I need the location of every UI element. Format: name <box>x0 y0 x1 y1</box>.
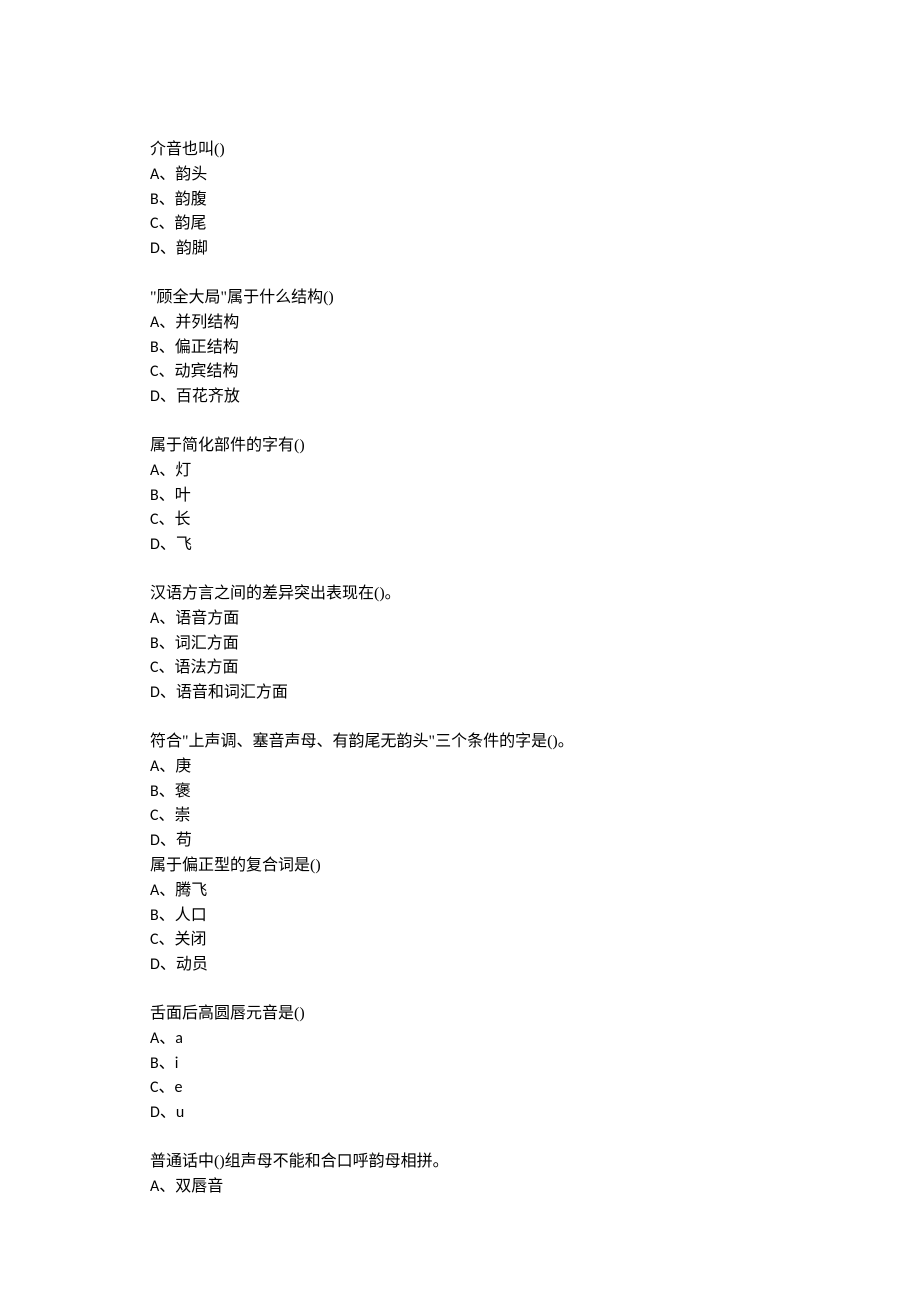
option-label: A、语音方面 <box>150 609 239 628</box>
option-label: B、词汇方面 <box>150 634 239 653</box>
option-b: B、词汇方面 <box>150 632 770 657</box>
option-label: D、苟 <box>150 831 192 850</box>
option-label: C、崇 <box>150 806 191 825</box>
option-label: B、褒 <box>150 782 191 801</box>
question-text: 属于简化部件的字有() <box>150 434 770 459</box>
question-text: 普通话中()组声母不能和合口呼韵母相拼。 <box>150 1150 770 1175</box>
option-label: C、韵尾 <box>150 214 207 233</box>
option-a: A、a <box>150 1027 770 1052</box>
option-a: A、双唇音 <box>150 1175 770 1200</box>
option-label: B、叶 <box>150 486 191 505</box>
option-d: D、百花齐放 <box>150 385 770 410</box>
option-label: A、并列结构 <box>150 313 239 332</box>
option-label: C、语法方面 <box>150 658 239 677</box>
question-text: 符合"上声调、塞音声母、有韵尾无韵头"三个条件的字是()。 <box>150 730 770 755</box>
option-label: C、e <box>150 1078 183 1097</box>
question-block-1: 介音也叫() A、韵头 B、韵腹 C、韵尾 D、韵脚 <box>150 138 770 262</box>
option-label: B、i <box>150 1054 178 1073</box>
option-a: A、腾飞 <box>150 879 770 904</box>
document-page: 介音也叫() A、韵头 B、韵腹 C、韵尾 D、韵脚 "顾全大局"属于什么结构(… <box>0 0 920 1302</box>
option-label: B、偏正结构 <box>150 338 239 357</box>
option-a: A、庚 <box>150 755 770 780</box>
option-label: B、人口 <box>150 906 207 925</box>
option-label: A、韵头 <box>150 165 207 184</box>
option-label: A、腾飞 <box>150 881 207 900</box>
option-a: A、并列结构 <box>150 311 770 336</box>
question-block-5: 符合"上声调、塞音声母、有韵尾无韵头"三个条件的字是()。 A、庚 B、褒 C、… <box>150 730 770 854</box>
option-c: C、崇 <box>150 804 770 829</box>
option-label: C、动宾结构 <box>150 362 239 381</box>
option-c: C、长 <box>150 508 770 533</box>
option-b: B、褒 <box>150 780 770 805</box>
option-b: B、人口 <box>150 904 770 929</box>
option-d: D、语音和词汇方面 <box>150 681 770 706</box>
option-d: D、动员 <box>150 953 770 978</box>
option-label: A、庚 <box>150 757 191 776</box>
option-b: B、叶 <box>150 484 770 509</box>
option-a: A、语音方面 <box>150 607 770 632</box>
option-c: C、韵尾 <box>150 212 770 237</box>
option-label: A、双唇音 <box>150 1177 223 1196</box>
question-block-6: 属于偏正型的复合词是() A、腾飞 B、人口 C、关闭 D、动员 <box>150 854 770 978</box>
option-c: C、关闭 <box>150 928 770 953</box>
question-text: "顾全大局"属于什么结构() <box>150 286 770 311</box>
option-c: C、语法方面 <box>150 656 770 681</box>
question-text: 属于偏正型的复合词是() <box>150 854 770 879</box>
option-d: D、苟 <box>150 829 770 854</box>
option-c: C、动宾结构 <box>150 360 770 385</box>
option-label: D、u <box>150 1103 184 1122</box>
option-label: D、韵脚 <box>150 239 208 258</box>
option-label: D、动员 <box>150 955 208 974</box>
option-a: A、灯 <box>150 459 770 484</box>
option-label: C、关闭 <box>150 930 207 949</box>
option-label: A、灯 <box>150 461 191 480</box>
question-block-7: 舌面后高圆唇元音是() A、a B、i C、e D、u <box>150 1002 770 1126</box>
option-d: D、u <box>150 1101 770 1126</box>
option-c: C、e <box>150 1076 770 1101</box>
question-text: 介音也叫() <box>150 138 770 163</box>
question-block-4: 汉语方言之间的差异突出表现在()。 A、语音方面 B、词汇方面 C、语法方面 D… <box>150 582 770 706</box>
option-b: B、韵腹 <box>150 188 770 213</box>
question-block-3: 属于简化部件的字有() A、灯 B、叶 C、长 D、飞 <box>150 434 770 558</box>
option-label: D、百花齐放 <box>150 387 240 406</box>
option-b: B、i <box>150 1052 770 1077</box>
option-d: D、飞 <box>150 533 770 558</box>
option-b: B、偏正结构 <box>150 336 770 361</box>
option-label: A、a <box>150 1029 183 1048</box>
option-label: B、韵腹 <box>150 190 207 209</box>
option-label: D、飞 <box>150 535 192 554</box>
option-d: D、韵脚 <box>150 237 770 262</box>
option-label: C、长 <box>150 510 191 529</box>
option-label: D、语音和词汇方面 <box>150 683 288 702</box>
question-block-8: 普通话中()组声母不能和合口呼韵母相拼。 A、双唇音 <box>150 1150 770 1200</box>
question-text: 汉语方言之间的差异突出表现在()。 <box>150 582 770 607</box>
option-a: A、韵头 <box>150 163 770 188</box>
question-block-2: "顾全大局"属于什么结构() A、并列结构 B、偏正结构 C、动宾结构 D、百花… <box>150 286 770 410</box>
question-text: 舌面后高圆唇元音是() <box>150 1002 770 1027</box>
